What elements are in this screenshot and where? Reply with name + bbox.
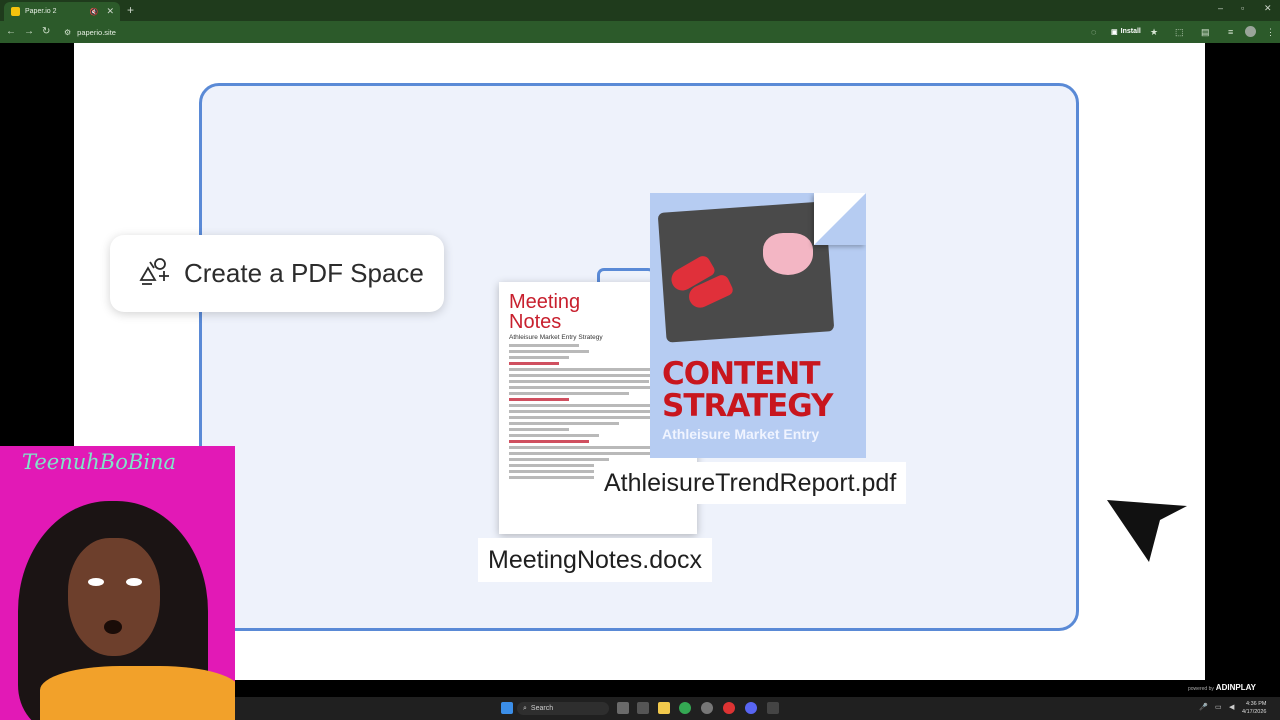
taskbar-search[interactable]: ⌕ Search xyxy=(517,702,609,715)
minimize-icon[interactable]: – xyxy=(1218,3,1223,13)
ad-powered-text: powered by xyxy=(1188,686,1214,692)
task-view-icon[interactable] xyxy=(617,702,629,714)
tab-title: Paper.io 2 xyxy=(25,8,57,15)
widgets-icon[interactable] xyxy=(637,702,649,714)
content-strategy-title: CONTENT STRATEGY xyxy=(662,356,833,424)
discord-icon[interactable] xyxy=(745,702,757,714)
mouth xyxy=(104,620,122,634)
start-icon[interactable] xyxy=(501,702,513,714)
browser-toolbar: ← → ↻ ⚙ paperio.site ◌ ▣ Install ★ ⬚ ▤ ≡… xyxy=(0,21,1280,43)
restore-icon[interactable]: ▫ xyxy=(1241,3,1244,13)
network-icon[interactable]: ▭ xyxy=(1215,703,1222,711)
site-info-icon[interactable]: ⚙ xyxy=(64,28,71,37)
top-image xyxy=(763,233,813,275)
clock-time: 4:36 PM xyxy=(1245,701,1267,707)
taskbar: ⌕ Search 🎤 ▭ ◀ 4:36 PM 4/17/2026 xyxy=(235,697,1280,720)
app-icon[interactable] xyxy=(723,702,735,714)
install-button[interactable]: ▣ Install xyxy=(1106,24,1146,39)
new-tab-icon[interactable]: + xyxy=(127,3,134,17)
clock[interactable]: 4:36 PM 4/17/2026 xyxy=(1242,700,1266,716)
media-icon[interactable]: ≡ xyxy=(1228,27,1233,37)
ad-label[interactable]: powered by ADINPLAY xyxy=(1188,683,1256,692)
file-explorer-icon[interactable] xyxy=(658,702,670,714)
sparkle-shapes-icon xyxy=(138,254,172,293)
browser-tab[interactable]: Paper.io 2 🔇 ✕ xyxy=(4,2,120,21)
side-letterbox xyxy=(1205,43,1280,680)
chrome-icon[interactable] xyxy=(679,702,691,714)
docx-file-name: MeetingNotes.docx xyxy=(478,538,713,582)
ad-brand: ADINPLAY xyxy=(1215,683,1256,692)
content-strategy-thumbnail[interactable]: CONTENT STRATEGY Athleisure Market Entry xyxy=(650,193,866,458)
meeting-notes-title: Meeting Notes xyxy=(509,291,581,333)
eye-left xyxy=(88,578,104,586)
menu-icon[interactable]: ⋮ xyxy=(1266,27,1275,38)
streamer-shirt xyxy=(40,666,235,720)
address-bar[interactable]: ⚙ paperio.site xyxy=(60,24,1070,40)
search-placeholder: Search xyxy=(530,705,554,712)
pointer-cursor-icon xyxy=(1105,490,1189,571)
eye-right xyxy=(126,578,142,586)
app-icon[interactable] xyxy=(701,702,713,714)
clock-date: 4/17/2026 xyxy=(1242,709,1267,715)
streamer-face xyxy=(68,538,160,656)
bookmark-star-icon[interactable]: ★ xyxy=(1150,27,1158,38)
muted-icon[interactable]: 🔇 xyxy=(90,8,99,16)
create-pdf-space-button[interactable]: Create a PDF Space xyxy=(110,235,444,312)
epic-games-icon[interactable] xyxy=(767,702,779,714)
install-icon: ▣ xyxy=(1111,28,1118,36)
content-strategy-subtitle: Athleisure Market Entry xyxy=(662,426,820,442)
page-fold xyxy=(814,193,866,245)
close-tab-icon[interactable]: ✕ xyxy=(106,6,114,17)
back-icon[interactable]: ← xyxy=(6,26,16,37)
eye-off-icon[interactable]: ◌ xyxy=(1091,27,1096,37)
forward-icon[interactable]: → xyxy=(24,26,34,37)
search-icon: ⌕ xyxy=(523,704,527,712)
pdf-file-name: AthleisureTrendReport.pdf xyxy=(594,462,907,504)
webcam-overlay: TeenuhBoBina xyxy=(0,446,235,720)
avatar[interactable] xyxy=(1245,26,1256,37)
tab-search-icon[interactable]: ▤ xyxy=(1201,27,1210,38)
favicon-icon xyxy=(11,7,20,16)
install-label: Install xyxy=(1120,28,1141,35)
meeting-notes-subtitle: Athleisure Market Entry Strategy xyxy=(509,334,603,341)
volume-icon[interactable]: ◀ xyxy=(1229,703,1234,711)
close-window-icon[interactable]: ✕ xyxy=(1264,3,1272,14)
reload-icon[interactable]: ↻ xyxy=(42,26,50,37)
extensions-icon[interactable]: ⬚ xyxy=(1175,27,1184,38)
create-pdf-space-label: Create a PDF Space xyxy=(184,258,424,288)
url-text: paperio.site xyxy=(77,27,116,37)
tab-strip: Paper.io 2 🔇 ✕ + – ▫ ✕ xyxy=(0,0,1280,21)
streamer-signature: TeenuhBoBina xyxy=(22,450,177,474)
mic-icon[interactable]: 🎤 xyxy=(1199,703,1208,711)
